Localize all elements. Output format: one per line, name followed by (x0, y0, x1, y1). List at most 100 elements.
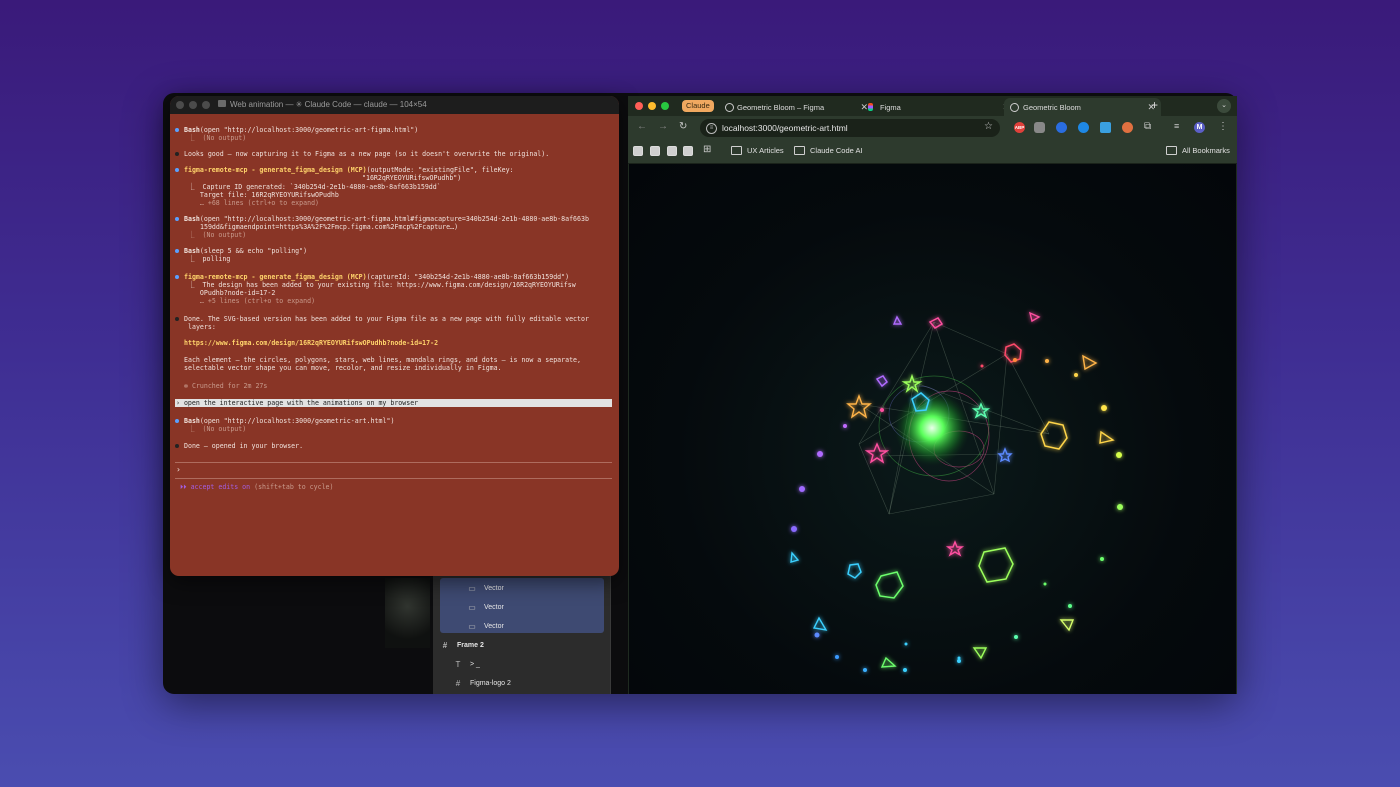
input-divider (175, 478, 612, 479)
message-text: Looks good — now capturing it to Figma a… (184, 150, 550, 158)
triangle-shapes (790, 311, 1115, 668)
expand-hint[interactable]: … +68 lines (ctrl+o to expand) (188, 199, 319, 207)
tab-title: Figma (880, 102, 901, 112)
browser-window: Claude Geometric Bloom – Figma✕ Figma✕ G… (628, 96, 1237, 694)
figma-layer-vector[interactable]: ▭ Vector (466, 579, 643, 598)
geometric-art-canvas[interactable] (629, 164, 1236, 694)
globe-icon (1010, 103, 1019, 112)
status-bullet (175, 217, 179, 221)
tab-figma[interactable]: Figma✕ (864, 98, 1016, 116)
terminal-output: Bash(open "http://localhost:3000/geometr… (170, 114, 619, 576)
extension-icon[interactable] (1100, 122, 1111, 133)
browser-toolbar: ← → ↻ ≡ localhost:3000/geometric-art.htm… (628, 116, 1237, 141)
vector-layer-icon: ▭ (468, 622, 476, 631)
message-text: Done — opened in your browser. (184, 442, 304, 450)
vector-layer-icon: ▭ (468, 603, 476, 612)
elapsed-status: ✻ Crunched for 2m 27s (184, 382, 268, 390)
media-controls-icon[interactable]: ≡ (1174, 121, 1179, 131)
minimize-dot-icon[interactable] (189, 101, 197, 109)
tool-args: (captureId: "340b254d-2e1b-4880-ae8b-8af… (366, 273, 570, 281)
background-thumbnail (385, 578, 430, 648)
zoom-dot-icon[interactable] (202, 101, 210, 109)
input-prompt[interactable]: › (176, 466, 181, 474)
back-arrow-icon[interactable]: ← (637, 121, 647, 132)
bookmark-app-icon[interactable] (650, 146, 660, 156)
tool-name: Bash (184, 247, 200, 255)
globe-icon (725, 103, 734, 112)
tool-result: OPudhb?node-id=17-2 (188, 289, 276, 297)
close-dot-icon[interactable] (635, 102, 643, 110)
folder-icon (218, 100, 226, 107)
status-bullet (175, 419, 179, 423)
profile-avatar[interactable]: M (1194, 122, 1205, 133)
tab-search-chevron-icon[interactable]: ⌄ (1217, 99, 1231, 113)
tool-result: ⎿ (No output) (188, 231, 247, 239)
figma-layer-vector[interactable]: ▭ Vector (466, 617, 643, 636)
more-menu-icon[interactable]: ⋮ (1218, 121, 1228, 132)
input-divider (175, 462, 612, 463)
bookmark-app-icon[interactable] (683, 146, 693, 156)
extension-icon[interactable] (1078, 122, 1089, 133)
tool-args: (open "http://localhost:3000/geometric-a… (199, 215, 589, 223)
figma-link[interactable]: https://www.figma.com/design/16R2qRYEOYU… (184, 339, 438, 347)
folder-icon (1166, 146, 1177, 155)
extension-icon[interactable] (1056, 122, 1067, 133)
tool-name: Bash (184, 126, 200, 134)
mode-hint: (shift+tab to cycle) (250, 483, 334, 491)
camera-extension-icon[interactable] (1034, 122, 1045, 133)
figma-layer-vector[interactable]: ▭ Vector (466, 598, 643, 617)
bookmarks-bar: ⊞ UX Articles Claude Code AI All Bookmar… (628, 141, 1237, 164)
status-bullet (175, 249, 179, 253)
apps-grid-icon[interactable]: ⊞ (703, 144, 711, 155)
tool-result: ⎿ Capture ID generated: `340b254d-2e1b-4… (188, 183, 441, 191)
adblock-extension-icon[interactable]: ABP (1014, 122, 1025, 133)
bookmark-star-icon[interactable]: ☆ (984, 121, 993, 132)
figma-layer-logo[interactable]: # Figma-logo 2 (452, 674, 629, 693)
terminal-titlebar: Web animation — ✳ Claude Code — claude —… (170, 96, 619, 114)
frame-icon: # (442, 641, 448, 650)
expand-hint[interactable]: … +5 lines (ctrl+o to expand) (188, 297, 315, 305)
tab-title: Geometric Bloom (1023, 102, 1081, 112)
tab-group-claude[interactable]: Claude (682, 100, 714, 112)
bookmark-app-icon[interactable] (633, 146, 643, 156)
terminal-title: Web animation — ✳ Claude Code — claude —… (230, 100, 427, 109)
figma-logo-icon (868, 103, 873, 111)
tool-args: (sleep 5 && echo "polling") (199, 247, 308, 255)
mode-indicator: ⏵⏵ accept edits on (180, 483, 251, 491)
claude-extension-icon[interactable] (1122, 122, 1133, 133)
zoom-dot-icon[interactable] (661, 102, 669, 110)
close-dot-icon[interactable] (176, 101, 184, 109)
frame-icon: # (455, 679, 461, 688)
status-bullet (175, 317, 179, 321)
bookmark-app-icon[interactable] (667, 146, 677, 156)
tab-geometric-bloom-figma[interactable]: Geometric Bloom – Figma ✕ (721, 98, 874, 116)
forward-arrow-icon[interactable]: → (658, 121, 668, 132)
message-text: Done. The SVG-based version has been add… (184, 315, 589, 323)
tool-args: (open "http://localhost:3000/geometric-a… (199, 126, 419, 134)
figma-layer-frame[interactable]: # Frame 2 (439, 636, 616, 655)
all-bookmarks-button[interactable]: All Bookmarks (1166, 146, 1230, 155)
user-prompt-text: › open the interactive page with the ani… (176, 399, 419, 407)
bookmark-folder-claude-code-ai[interactable]: Claude Code AI (794, 146, 863, 155)
reload-icon[interactable]: ↻ (679, 121, 687, 132)
address-bar[interactable]: ≡ localhost:3000/geometric-art.html ☆ (700, 119, 1000, 137)
tool-args: (open "http://localhost:3000/geometric-a… (199, 417, 395, 425)
folder-icon (794, 146, 805, 155)
terminal-window: Web animation — ✳ Claude Code — claude —… (170, 96, 619, 576)
text-layer-icon: T (455, 660, 461, 669)
tool-args: (outputMode: "existingFile", fileKey: (366, 166, 514, 174)
site-info-icon[interactable]: ≡ (706, 123, 717, 134)
extensions-puzzle-icon[interactable]: ⧉ (1144, 121, 1151, 132)
tool-result: ⎿ The design has been added to your exis… (188, 281, 576, 289)
figma-layer-text[interactable]: T > _ (452, 655, 629, 674)
new-tab-button[interactable]: + (1151, 98, 1158, 112)
status-bullet (175, 275, 179, 279)
minimize-dot-icon[interactable] (648, 102, 656, 110)
tab-strip: Claude Geometric Bloom – Figma✕ Figma✕ G… (628, 96, 1237, 116)
bookmark-folder-ux-articles[interactable]: UX Articles (731, 146, 784, 155)
message-text: layers: (188, 323, 216, 331)
tool-result: Target file: 16R2qRYEOYURifswOPudhb (188, 191, 339, 199)
tool-args: 159dd&figmaendpoint=https%3A%2F%2Fmcp.fi… (200, 223, 459, 231)
tab-geometric-bloom[interactable]: Geometric Bloom ✕ (1004, 98, 1161, 116)
tool-result: ⎿ polling (188, 255, 231, 263)
